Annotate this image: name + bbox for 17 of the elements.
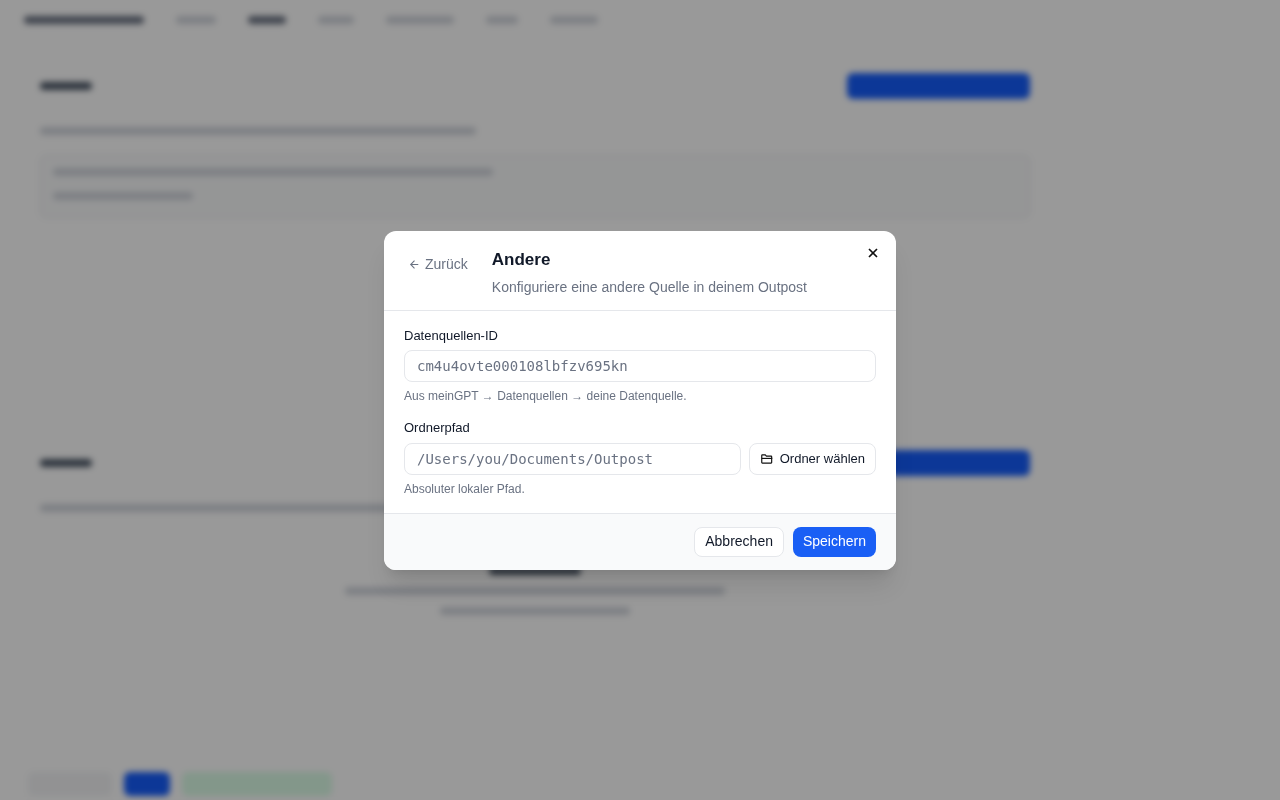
choose-folder-button[interactable]: Ordner wählen xyxy=(748,442,876,475)
field-hint: Absoluter lokaler Pfad. xyxy=(404,480,526,498)
blurred-text-line xyxy=(40,459,92,467)
footer-button[interactable] xyxy=(124,772,170,796)
text-field[interactable]: /Users/you/Documents/Outpost xyxy=(404,442,741,475)
blurred-text-line xyxy=(40,82,92,90)
dialog-subtitle: Konfiguriere eine andere Quelle in deinem Outpost xyxy=(491,277,807,297)
field-hint: Aus meinGPT → Datenquellen → deine Datenquelle. xyxy=(404,388,688,405)
field-label: Ordnerpfad xyxy=(404,419,471,437)
folder-icon xyxy=(759,451,774,466)
back-button[interactable]: Zurück xyxy=(408,252,468,276)
dialog-title: Andere xyxy=(491,249,552,271)
field-label: Datenquellen-ID xyxy=(404,326,499,345)
save-button[interactable]: Speichern xyxy=(792,526,876,557)
cancel-button[interactable]: Abbrechen xyxy=(694,526,784,557)
blurred-text-line xyxy=(248,16,286,24)
text-field[interactable]: cm4u4ovte000108lbfzv695kn xyxy=(404,350,876,382)
